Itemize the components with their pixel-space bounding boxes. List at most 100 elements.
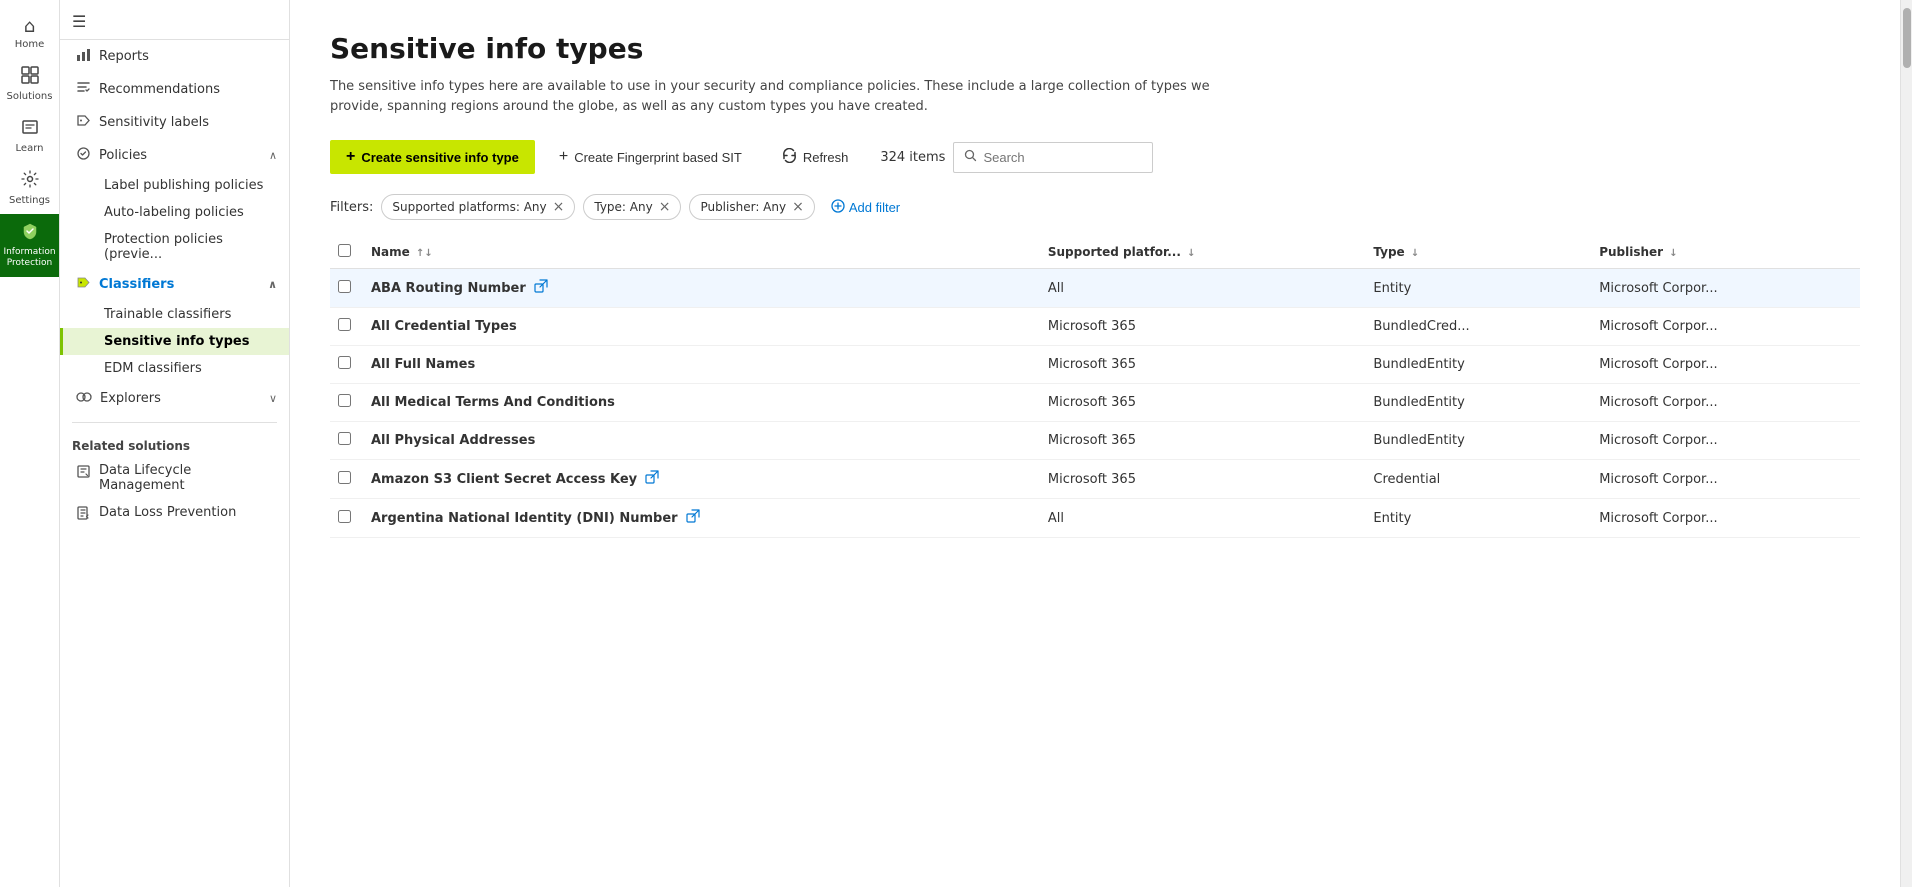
row-checkbox[interactable]	[338, 394, 351, 407]
nav-solutions[interactable]: Solutions	[0, 58, 59, 110]
row-name[interactable]: All Physical Addresses	[371, 433, 535, 448]
scrollbar-thumb[interactable]	[1903, 8, 1911, 68]
row-name[interactable]: All Credential Types	[371, 319, 517, 334]
sidebar-sensitivity-labels-label: Sensitivity labels	[99, 115, 209, 130]
data-loss-prevention-icon	[76, 506, 91, 525]
sidebar-item-sensitivity-labels[interactable]: Sensitivity labels	[60, 106, 289, 139]
refresh-button[interactable]: Refresh	[766, 140, 865, 174]
external-link-icon[interactable]	[534, 279, 548, 297]
row-name[interactable]: Amazon S3 Client Secret Access Key	[371, 472, 637, 487]
sidebar-item-reports[interactable]: Reports	[60, 40, 289, 73]
related-item-data-loss-prevention[interactable]: Data Loss Prevention	[60, 499, 289, 531]
table-row: Amazon S3 Client Secret Access Key Micro…	[330, 460, 1860, 499]
header-platforms[interactable]: Supported platfor... ↓	[1040, 236, 1366, 269]
row-checkbox[interactable]	[338, 510, 351, 523]
row-checkbox-cell	[330, 499, 363, 538]
name-sort-icon[interactable]: ↑↓	[416, 248, 433, 259]
hamburger-menu[interactable]: ☰	[72, 12, 86, 31]
filters-row: Filters: Supported platforms: Any × Type…	[330, 194, 1860, 220]
filter-chip-platforms[interactable]: Supported platforms: Any ×	[381, 194, 575, 220]
nav-settings[interactable]: Settings	[0, 162, 59, 214]
row-type: BundledCred...	[1365, 308, 1591, 346]
filter-chip-type[interactable]: Type: Any ×	[583, 194, 681, 220]
sidebar-item-policies[interactable]: Policies ∧	[60, 139, 289, 172]
related-item-data-lifecycle[interactable]: Data LifecycleManagement	[60, 457, 289, 499]
row-checkbox[interactable]	[338, 356, 351, 369]
search-box[interactable]	[953, 142, 1153, 173]
filter-publisher-close[interactable]: ×	[792, 199, 804, 215]
filter-chip-publisher[interactable]: Publisher: Any ×	[689, 194, 814, 220]
row-platforms: All	[1040, 269, 1366, 308]
nav-information-protection[interactable]: InformationProtection	[0, 214, 59, 277]
header-type[interactable]: Type ↓	[1365, 236, 1591, 269]
sidebar-item-label-publishing[interactable]: Label publishing policies	[60, 172, 289, 199]
data-lifecycle-label: Data LifecycleManagement	[99, 463, 191, 493]
settings-icon	[21, 170, 39, 193]
scrollbar[interactable]	[1900, 0, 1912, 887]
nav-learn[interactable]: Learn	[0, 110, 59, 162]
sidebar-edm-label: EDM classifiers	[104, 361, 202, 376]
row-checkbox-cell	[330, 308, 363, 346]
platforms-sort-icon[interactable]: ↓	[1187, 248, 1195, 259]
row-name-cell: Amazon S3 Client Secret Access Key	[363, 460, 1040, 499]
row-name-cell: All Medical Terms And Conditions	[363, 384, 1040, 422]
table-row: All Full Names Microsoft 365 BundledEnti…	[330, 346, 1860, 384]
row-name[interactable]: ABA Routing Number	[371, 281, 526, 296]
sidebar: ☰ Reports Recommendations Sensitivity la…	[60, 0, 290, 887]
external-link-icon[interactable]	[686, 509, 700, 527]
sidebar-item-auto-labeling[interactable]: Auto-labeling policies	[60, 199, 289, 226]
sidebar-item-trainable-classifiers[interactable]: Trainable classifiers	[60, 301, 289, 328]
sidebar-trainable-label: Trainable classifiers	[104, 307, 231, 322]
sidebar-sensitive-info-label: Sensitive info types	[104, 334, 250, 349]
search-input[interactable]	[983, 150, 1133, 165]
classifiers-icon	[76, 275, 91, 294]
publisher-sort-icon[interactable]: ↓	[1669, 248, 1677, 259]
row-publisher: Microsoft Corpor...	[1591, 308, 1860, 346]
sidebar-policies-label: Policies	[99, 148, 147, 163]
header-publisher[interactable]: Publisher ↓	[1591, 236, 1860, 269]
row-publisher: Microsoft Corpor...	[1591, 499, 1860, 538]
select-all-checkbox[interactable]	[338, 244, 351, 257]
row-checkbox[interactable]	[338, 471, 351, 484]
sensitivity-labels-icon	[76, 113, 91, 132]
toolbar: + Create sensitive info type + Create Fi…	[330, 140, 1860, 174]
row-name[interactable]: Argentina National Identity (DNI) Number	[371, 511, 678, 526]
create-sensitive-info-type-button[interactable]: + Create sensitive info type	[330, 140, 535, 174]
row-checkbox[interactable]	[338, 318, 351, 331]
row-publisher: Microsoft Corpor...	[1591, 346, 1860, 384]
info-protection-icon	[21, 222, 39, 245]
table-row: All Medical Terms And Conditions Microso…	[330, 384, 1860, 422]
sidebar-item-edm-classifiers[interactable]: EDM classifiers	[60, 355, 289, 382]
icon-nav: ⌂ Home Solutions Learn Settings Informat…	[0, 0, 60, 887]
header-name[interactable]: Name ↑↓	[363, 236, 1040, 269]
row-checkbox-cell	[330, 460, 363, 499]
nav-home[interactable]: ⌂ Home	[0, 8, 59, 58]
type-sort-icon[interactable]: ↓	[1411, 248, 1419, 259]
row-platforms: Microsoft 365	[1040, 460, 1366, 499]
row-checkbox[interactable]	[338, 432, 351, 445]
sidebar-item-protection-policies[interactable]: Protection policies (previe...	[60, 226, 289, 268]
nav-solutions-label: Solutions	[7, 91, 53, 102]
create-fingerprint-button[interactable]: + Create Fingerprint based SIT	[543, 140, 758, 174]
row-checkbox-cell	[330, 346, 363, 384]
row-name[interactable]: All Full Names	[371, 357, 475, 372]
row-publisher: Microsoft Corpor...	[1591, 269, 1860, 308]
external-link-icon[interactable]	[645, 470, 659, 488]
row-type: BundledEntity	[1365, 422, 1591, 460]
row-type: Entity	[1365, 499, 1591, 538]
nav-info-protection-label: InformationProtection	[3, 247, 55, 269]
sidebar-protection-policies-label: Protection policies (previe...	[104, 232, 277, 262]
sidebar-item-explorers[interactable]: Explorers ∨	[60, 382, 289, 414]
row-name[interactable]: All Medical Terms And Conditions	[371, 395, 615, 410]
sidebar-item-classifiers[interactable]: Classifiers ∧	[60, 268, 289, 301]
sidebar-item-recommendations[interactable]: Recommendations	[60, 73, 289, 106]
row-checkbox[interactable]	[338, 280, 351, 293]
filter-platforms-close[interactable]: ×	[553, 199, 565, 215]
sidebar-item-sensitive-info-types[interactable]: Sensitive info types	[60, 328, 289, 355]
row-platforms: Microsoft 365	[1040, 422, 1366, 460]
filter-type-close[interactable]: ×	[659, 199, 671, 215]
row-platforms: All	[1040, 499, 1366, 538]
add-filter-button[interactable]: Add filter	[823, 195, 908, 220]
row-publisher: Microsoft Corpor...	[1591, 460, 1860, 499]
item-count: 324 items	[880, 150, 945, 165]
